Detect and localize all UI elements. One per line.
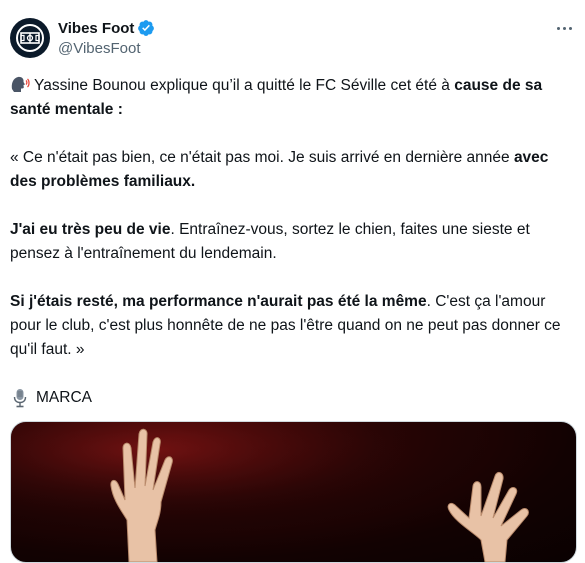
paragraph-2: « Ce n'était pas bien, ce n'était pas mo… (10, 146, 575, 194)
handle[interactable]: @VibesFoot (58, 40, 155, 57)
tweet-media-image[interactable] (10, 421, 577, 563)
verified-badge-icon (138, 20, 155, 36)
p3-text-a: J'ai eu très peu de vie (10, 221, 171, 238)
source-label: MARCA (36, 389, 92, 406)
avatar[interactable] (10, 18, 50, 58)
speaking-head-icon (11, 76, 30, 92)
display-name[interactable]: Vibes Foot (58, 20, 134, 37)
p1-text-a: Yassine Bounou explique qu’il a quitté l… (30, 77, 455, 94)
p4-text-a: Si j'étais resté, ma performance n'aurai… (10, 293, 427, 310)
paragraph-3: J'ai eu très peu de vie. Entraînez-vous,… (10, 218, 575, 266)
source-line: MARCA (10, 386, 575, 410)
p2-text-c: . (190, 173, 196, 190)
tweet-header: Vibes Foot @VibesFoot (10, 12, 575, 60)
microphone-icon (13, 389, 27, 408)
p1-text-c: : (113, 101, 123, 118)
raised-hands-photo (11, 422, 576, 562)
paragraph-4: Si j'étais resté, ma performance n'aurai… (10, 290, 575, 362)
soccer-field-logo-icon (16, 24, 44, 52)
author-names: Vibes Foot @VibesFoot (58, 18, 155, 57)
more-options-icon[interactable] (553, 20, 575, 36)
p2-text-a: « Ce n'était pas bien, ce n'était pas mo… (10, 149, 514, 166)
paragraph-1: Yassine Bounou explique qu’il a quitté l… (10, 74, 575, 122)
tweet-text: Yassine Bounou explique qu’il a quitté l… (10, 74, 575, 410)
